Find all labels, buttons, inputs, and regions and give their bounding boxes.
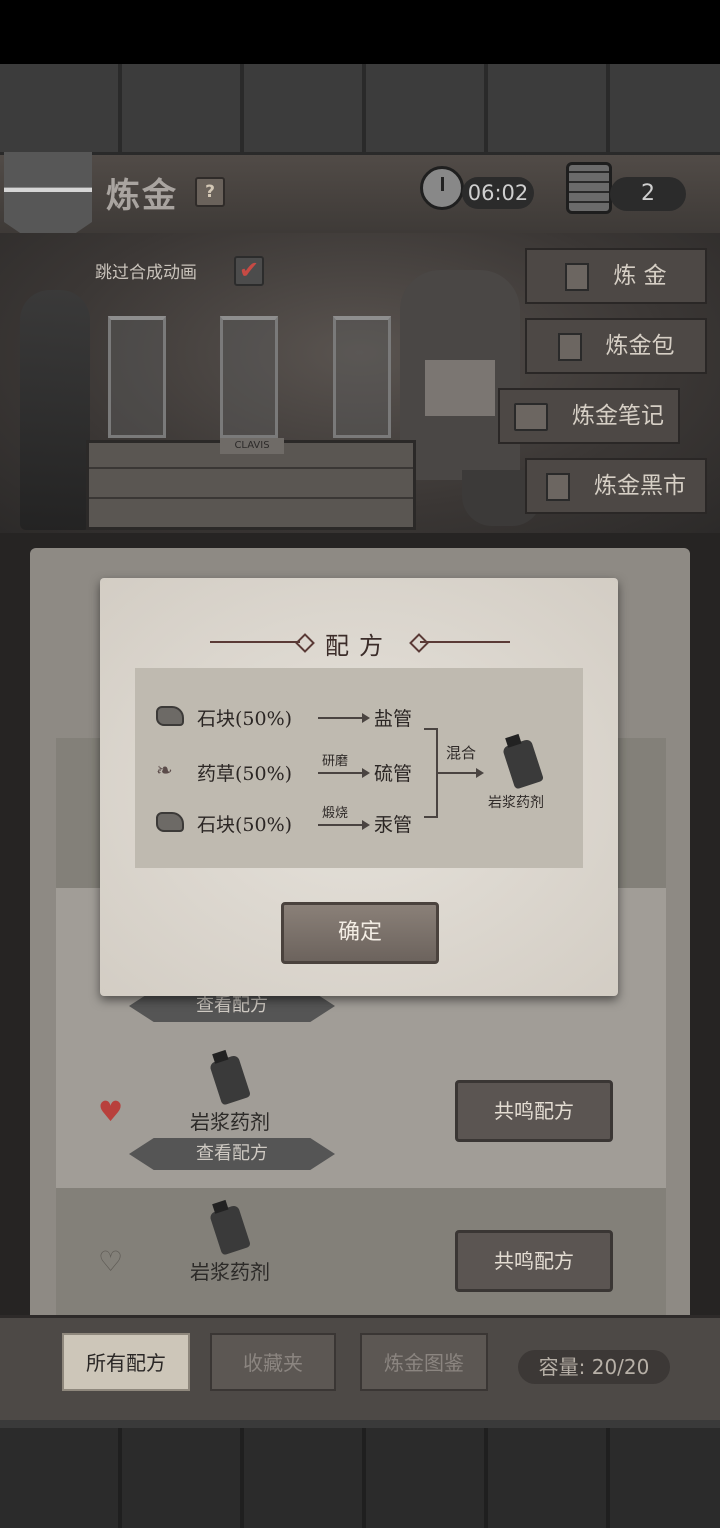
tab-all-recipes[interactable]: 所有配方 xyxy=(62,1333,190,1391)
day-counter: 2 xyxy=(610,177,686,211)
bottle-label-decoration xyxy=(425,360,495,416)
tube-text: 汞管 xyxy=(374,814,413,836)
menu-alchemy-button[interactable]: 炼 金 xyxy=(525,248,707,304)
tube-text: 盐管 xyxy=(374,708,413,730)
capacity-display: 容量: 20/20 xyxy=(518,1350,670,1384)
crate-label: CLAVIS xyxy=(220,438,284,454)
herb-icon: ❧ xyxy=(156,758,173,782)
item-name: 岩浆药剂 xyxy=(190,1260,270,1284)
confirm-button[interactable]: 确定 xyxy=(281,902,439,964)
arrow-icon xyxy=(318,820,370,830)
tab-favorites[interactable]: 收藏夹 xyxy=(210,1333,336,1391)
dialog-title: 配方 xyxy=(325,632,393,660)
resonance-recipe-button[interactable]: 共鸣配方 xyxy=(455,1080,613,1142)
tab-alchemy-atlas[interactable]: 炼金图鉴 xyxy=(360,1333,488,1391)
stopwatch-icon xyxy=(420,166,464,210)
skip-animation-checkbox[interactable]: ✔ xyxy=(234,256,264,286)
item-name: 岩浆药剂 xyxy=(190,1110,270,1134)
resonance-recipe-button[interactable]: 共鸣配方 xyxy=(455,1230,613,1292)
menu-bag-button[interactable]: 炼金包 xyxy=(525,318,707,374)
skip-animation-label: 跳过合成动画 xyxy=(95,263,197,283)
page-title: 炼金 xyxy=(106,176,178,216)
process-label: 煅烧 xyxy=(322,806,349,821)
tube-text: 硫管 xyxy=(374,763,413,785)
ingredient-text: 石块(50%) xyxy=(197,814,293,836)
book-icon xyxy=(514,403,548,431)
test-tube-slot-2[interactable] xyxy=(220,316,278,438)
lamp-decoration xyxy=(20,290,90,530)
stone-icon xyxy=(156,812,184,832)
wood-planks-background xyxy=(0,64,720,160)
timer-display: 06:02 xyxy=(462,177,534,209)
calendar-icon xyxy=(566,162,612,214)
ingredient-text: 药草(50%) xyxy=(197,763,293,785)
bag-icon xyxy=(557,333,582,361)
merge-bracket xyxy=(424,728,438,818)
checkmark-icon: ✔ xyxy=(238,256,260,284)
favorite-outline-heart-icon[interactable]: ♡ xyxy=(98,1248,123,1276)
stone-icon xyxy=(156,706,184,726)
status-bar-area xyxy=(0,0,720,64)
menu-notes-button[interactable]: 炼金笔记 xyxy=(498,388,680,444)
arrow-icon xyxy=(318,768,370,778)
footer-planks xyxy=(0,1420,720,1528)
arrow-icon xyxy=(438,768,484,778)
help-button[interactable]: ? xyxy=(195,177,225,207)
alchemy-icon xyxy=(565,263,590,291)
arrow-icon xyxy=(318,713,370,723)
ingredient-text: 石块(50%) xyxy=(197,708,293,730)
process-label: 研磨 xyxy=(322,754,349,769)
test-tube-slot-1[interactable] xyxy=(108,316,166,438)
result-name: 岩浆药剂 xyxy=(488,795,544,811)
test-tube-slot-3[interactable] xyxy=(333,316,391,438)
favorite-heart-icon[interactable]: ♥ xyxy=(98,1098,123,1126)
menu-black-market-button[interactable]: 炼金黑市 xyxy=(525,458,707,514)
combine-label: 混合 xyxy=(446,744,477,762)
house-icon xyxy=(546,473,570,501)
view-recipe-button[interactable]: 查看配方 xyxy=(129,1138,335,1170)
